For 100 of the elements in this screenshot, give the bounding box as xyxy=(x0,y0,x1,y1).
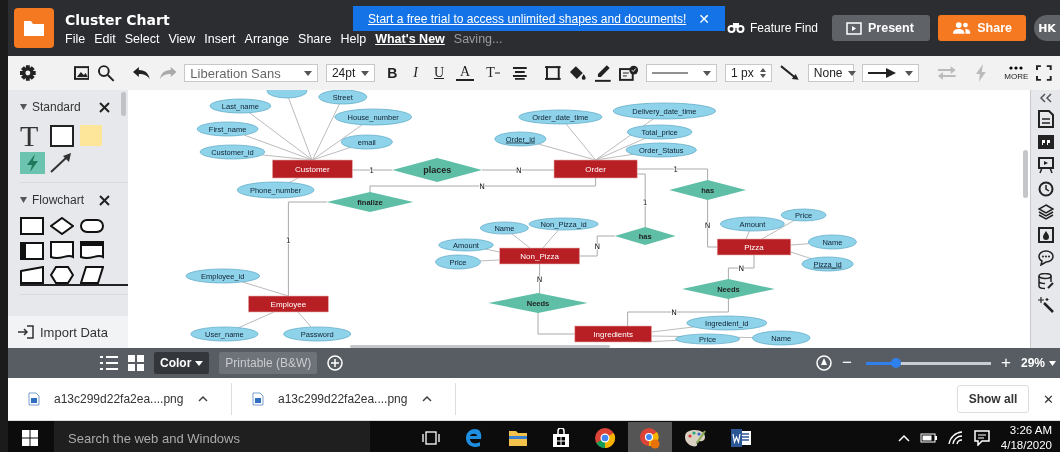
image-file-icon[interactable] xyxy=(28,392,40,406)
quote-icon[interactable] xyxy=(1037,135,1054,149)
chrome-profile-icon[interactable] xyxy=(628,422,672,452)
chevron-up-icon[interactable] xyxy=(198,396,208,402)
shape-outline-icon[interactable] xyxy=(545,65,562,81)
trial-link[interactable]: Start a free trial to access unlimited shapes and documents! xyxy=(368,11,687,26)
close-button[interactable]: ✕ xyxy=(698,10,710,27)
search-icon[interactable] xyxy=(97,64,116,82)
close-icon[interactable] xyxy=(99,101,110,113)
collapse-icon[interactable] xyxy=(1038,93,1053,103)
whats-new-link[interactable]: What's New xyxy=(375,32,445,46)
browser-icon[interactable] xyxy=(464,428,484,448)
folder-icon[interactable] xyxy=(508,429,528,447)
horizontal-scrollbar[interactable] xyxy=(350,345,610,348)
underline-button[interactable]: U xyxy=(430,65,449,81)
notification-icon[interactable] xyxy=(973,430,990,446)
fullscreen-icon[interactable] xyxy=(1036,65,1053,81)
comment-icon[interactable] xyxy=(1037,250,1054,266)
history-icon[interactable] xyxy=(1037,181,1054,197)
present-button[interactable]: Present xyxy=(832,15,930,41)
image-file-icon[interactable] xyxy=(252,392,264,406)
close-button[interactable]: ✕ xyxy=(1043,391,1054,407)
process-shape[interactable] xyxy=(20,217,44,235)
show-all-button[interactable]: Show all xyxy=(957,385,1029,413)
text-options-button[interactable]: T xyxy=(482,65,504,81)
panel-scrollbar[interactable] xyxy=(121,92,126,116)
wifi-icon[interactable] xyxy=(947,431,964,445)
section-header[interactable]: Flowchart xyxy=(20,193,84,207)
text-tool[interactable]: T xyxy=(20,124,50,148)
import-data-button[interactable]: Import Data xyxy=(8,316,128,348)
color-button[interactable]: A xyxy=(456,65,475,81)
menu-item[interactable]: Select xyxy=(124,32,160,46)
list-icon[interactable] xyxy=(100,356,118,370)
font-dropdown[interactable]: Liberation Sans xyxy=(184,64,318,82)
page-settings-icon[interactable] xyxy=(1037,110,1054,128)
image-drop-icon[interactable] xyxy=(1037,227,1054,243)
menu-item[interactable]: Help xyxy=(340,32,367,46)
grid-icon[interactable] xyxy=(128,355,144,371)
fill-bucket-icon[interactable] xyxy=(569,65,587,81)
line-width-stepper[interactable]: 1 px xyxy=(724,64,773,82)
font-size-dropdown[interactable]: 24pt xyxy=(325,64,376,82)
zoom-in-button[interactable]: + xyxy=(1001,353,1011,373)
feature-find-button[interactable]: Feature Find xyxy=(726,21,818,35)
decision-shape[interactable] xyxy=(50,217,74,235)
bold-button[interactable]: B xyxy=(383,65,402,81)
lightning-icon[interactable] xyxy=(20,152,45,174)
terminator-shape[interactable] xyxy=(80,219,104,233)
menu-item[interactable]: Edit xyxy=(94,32,116,46)
arrow-line-shape[interactable] xyxy=(50,153,72,173)
download-item[interactable]: a13c299d22fa2ea....png xyxy=(278,392,408,406)
menu-item[interactable]: File xyxy=(65,32,86,46)
undo-icon[interactable] xyxy=(133,67,151,79)
settings-icon[interactable] xyxy=(20,65,36,81)
presentation-icon[interactable] xyxy=(1037,156,1054,174)
navigation-icon[interactable] xyxy=(816,355,833,371)
zoom-out-button[interactable]: − xyxy=(842,353,853,373)
menu-item[interactable]: View xyxy=(168,32,196,46)
hexagon-shape[interactable] xyxy=(50,266,74,284)
multi-document-shape[interactable] xyxy=(80,241,104,260)
paint-palette-icon[interactable] xyxy=(684,428,706,448)
zoom-slider[interactable] xyxy=(866,361,992,365)
image-icon[interactable] xyxy=(73,66,90,80)
line-style-dropdown[interactable] xyxy=(646,64,717,82)
menu-item[interactable]: Insert xyxy=(204,32,236,46)
database-icon[interactable] xyxy=(1037,273,1054,290)
manual-input-shape[interactable] xyxy=(20,266,44,284)
battery-icon[interactable] xyxy=(919,433,938,443)
line-start-dropdown[interactable]: None xyxy=(807,64,854,82)
more-button[interactable]: MORE xyxy=(1004,65,1029,81)
document-title[interactable]: Cluster Chart xyxy=(65,12,170,28)
pen-icon[interactable] xyxy=(594,64,611,82)
chrome-icon[interactable] xyxy=(594,427,616,449)
conditional-format-icon[interactable] xyxy=(618,65,639,81)
menu-item[interactable]: Share xyxy=(298,32,332,46)
windows-start-icon[interactable] xyxy=(22,430,38,446)
rectangle-shape[interactable] xyxy=(50,125,74,147)
line-end-dropdown[interactable] xyxy=(861,64,919,82)
store-icon[interactable] xyxy=(552,428,570,448)
document-shape[interactable] xyxy=(50,241,74,260)
italic-button[interactable]: I xyxy=(409,65,422,81)
diagonal-line-icon[interactable] xyxy=(780,65,800,81)
section-header[interactable]: Standard xyxy=(20,100,81,114)
slider-thumb[interactable] xyxy=(891,357,902,368)
parallelogram-shape[interactable] xyxy=(80,266,104,284)
download-item[interactable]: a13c299d22fa2ea....png xyxy=(54,392,184,406)
predefined-process-shape[interactable] xyxy=(20,241,44,260)
zoom-dropdown[interactable]: 29% xyxy=(1020,356,1056,370)
word-icon[interactable] xyxy=(730,429,752,447)
close-icon[interactable] xyxy=(99,194,110,206)
align-icon[interactable] xyxy=(511,66,528,80)
search-field[interactable]: Search the web and Windows xyxy=(54,421,370,452)
user-avatar[interactable]: HK xyxy=(1034,15,1060,41)
magic-wand-icon[interactable] xyxy=(1037,297,1054,313)
layers-icon[interactable] xyxy=(1037,204,1054,220)
menu-item[interactable]: Arrange xyxy=(244,32,290,46)
add-page-icon[interactable] xyxy=(327,355,344,371)
vertical-scrollbar[interactable] xyxy=(1023,150,1028,198)
task-view-icon[interactable] xyxy=(422,431,440,445)
chevron-up-icon[interactable] xyxy=(422,396,432,402)
color-mode-tab[interactable]: Color xyxy=(154,352,210,374)
